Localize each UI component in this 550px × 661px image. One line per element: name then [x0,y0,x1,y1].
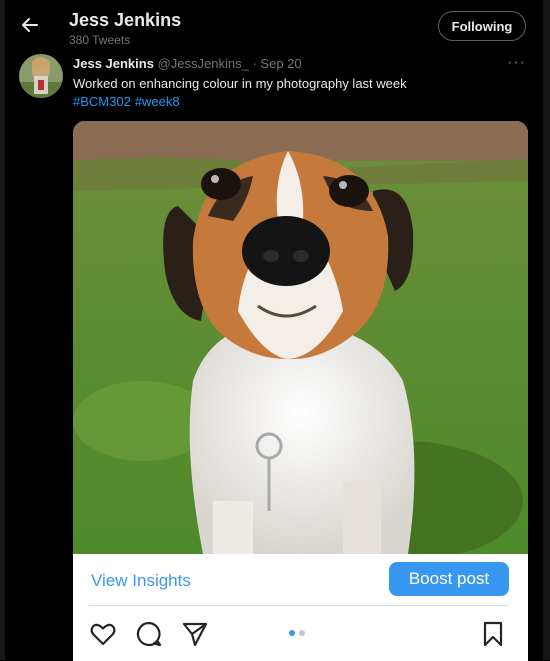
hashtag-link[interactable]: #BCM302 [73,94,131,109]
comment-icon[interactable] [135,620,163,648]
heart-icon[interactable] [89,620,117,648]
tweet-author: Jess Jenkins @JessJenkins_ · Sep 20 [73,56,302,71]
window-edge-right [543,0,550,660]
meta-separator: · [252,56,257,71]
carousel-dot [299,630,305,636]
boost-post-button[interactable]: Boost post [389,562,509,596]
avatar[interactable] [19,54,63,98]
arrow-left-icon [22,18,38,32]
hashtag-link[interactable]: #week8 [135,94,180,109]
author-handle[interactable]: @JessJenkins_ [158,56,249,71]
avatar-image [19,54,63,98]
author-name[interactable]: Jess Jenkins [73,56,154,71]
profile-header: Jess Jenkins 380 Tweets Following [5,0,543,50]
tweet-text: Worked on enhancing colour in my photogr… [73,76,407,91]
instagram-action-bar: View Insights Boost post [73,554,528,661]
profile-page: Jess Jenkins 380 Tweets Following Jess J… [5,0,543,661]
share-icon[interactable] [181,620,209,648]
tweet-media[interactable]: View Insights Boost post [73,121,528,661]
carousel-indicator [289,630,309,636]
more-options-icon[interactable]: ··· [507,54,526,72]
tweet-date[interactable]: Sep 20 [260,56,301,71]
following-button[interactable]: Following [438,11,526,41]
carousel-dot-active [289,630,295,636]
tweet-count: 380 Tweets [69,33,131,47]
divider [89,605,509,606]
tweet-hashtags: #BCM302 #week8 [73,94,184,109]
back-arrow-icon[interactable] [17,12,43,38]
profile-name: Jess Jenkins [69,10,182,30]
view-insights-link[interactable]: View Insights [91,571,191,591]
dog-photo[interactable] [73,121,528,554]
bookmark-icon[interactable] [479,620,507,648]
